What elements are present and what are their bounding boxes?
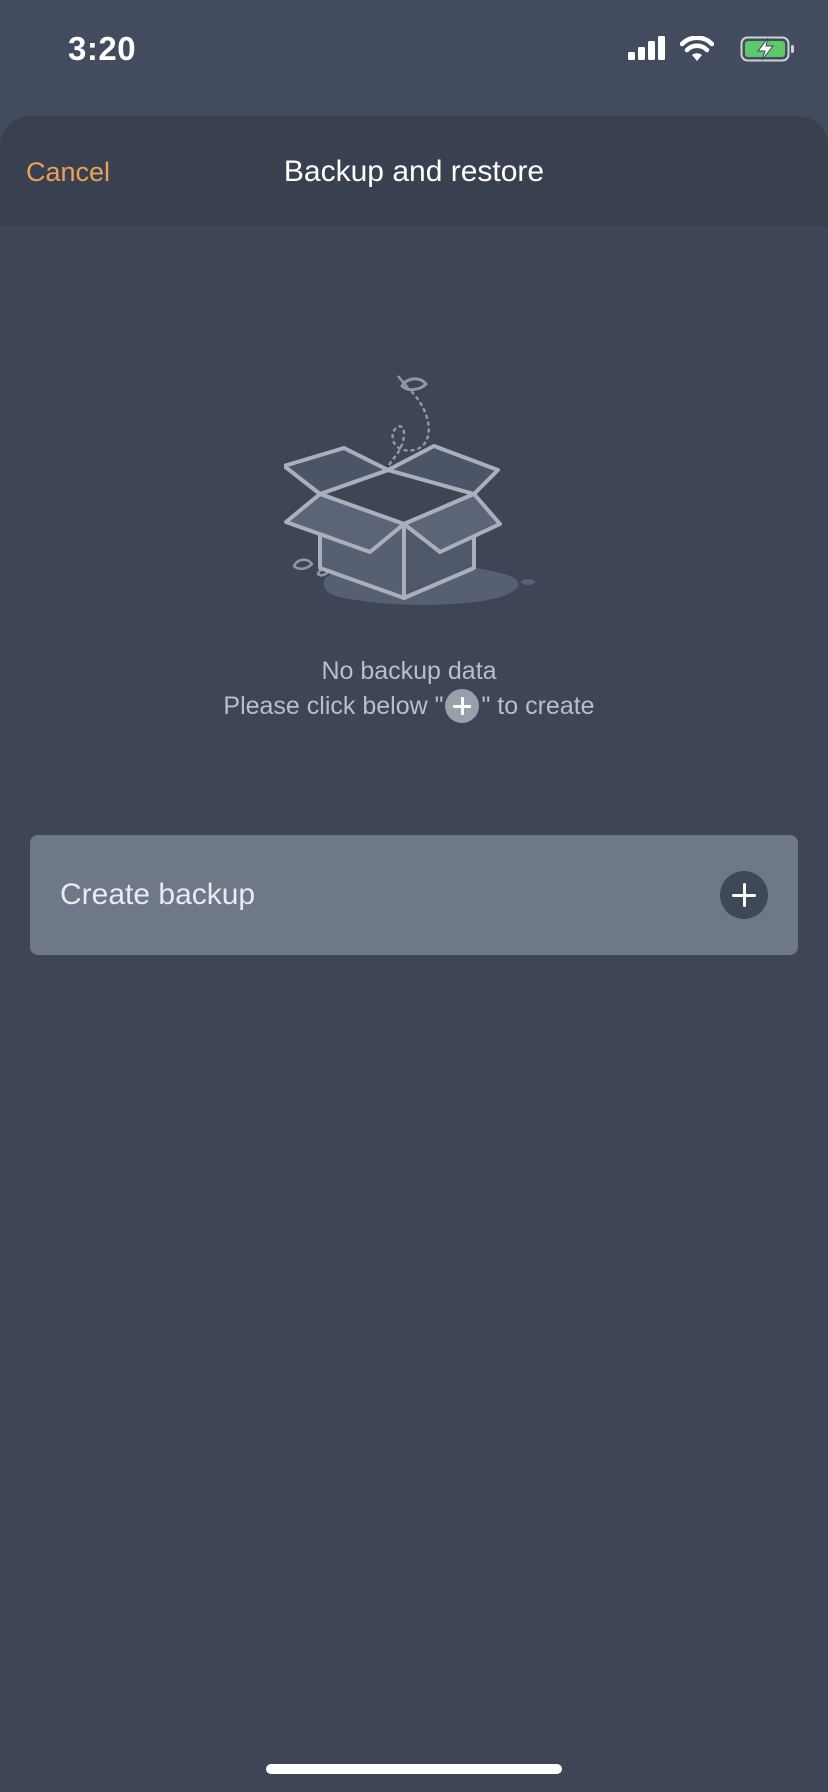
hint-text-after: " to create xyxy=(481,692,595,720)
empty-state-title: No backup data xyxy=(321,657,497,685)
hint-text-before: Please click below " xyxy=(223,692,444,720)
plus-circle-icon xyxy=(445,689,480,723)
plus-circle-icon[interactable] xyxy=(720,871,768,919)
create-backup-label: Create backup xyxy=(60,878,256,911)
create-backup-button[interactable]: Create backup xyxy=(30,835,798,955)
battery-charging-icon xyxy=(740,36,794,62)
signal-icon xyxy=(628,36,665,60)
status-time: 3:20 xyxy=(68,30,137,67)
status-bar: 3:20 xyxy=(0,0,828,100)
page-title: Backup and restore xyxy=(283,155,545,188)
empty-state-hint: Please click below " " to create xyxy=(0,688,818,724)
backup-restore-screen: 3:20 Cancel Backup and restore No backup… xyxy=(0,0,828,1792)
open-box-icon xyxy=(284,375,535,605)
wifi-icon xyxy=(680,36,714,61)
bottom-sheet: Cancel Backup and restore No backup data… xyxy=(0,116,828,1792)
home-indicator[interactable] xyxy=(266,1764,562,1774)
nav-bar: Cancel Backup and restore xyxy=(0,116,828,226)
